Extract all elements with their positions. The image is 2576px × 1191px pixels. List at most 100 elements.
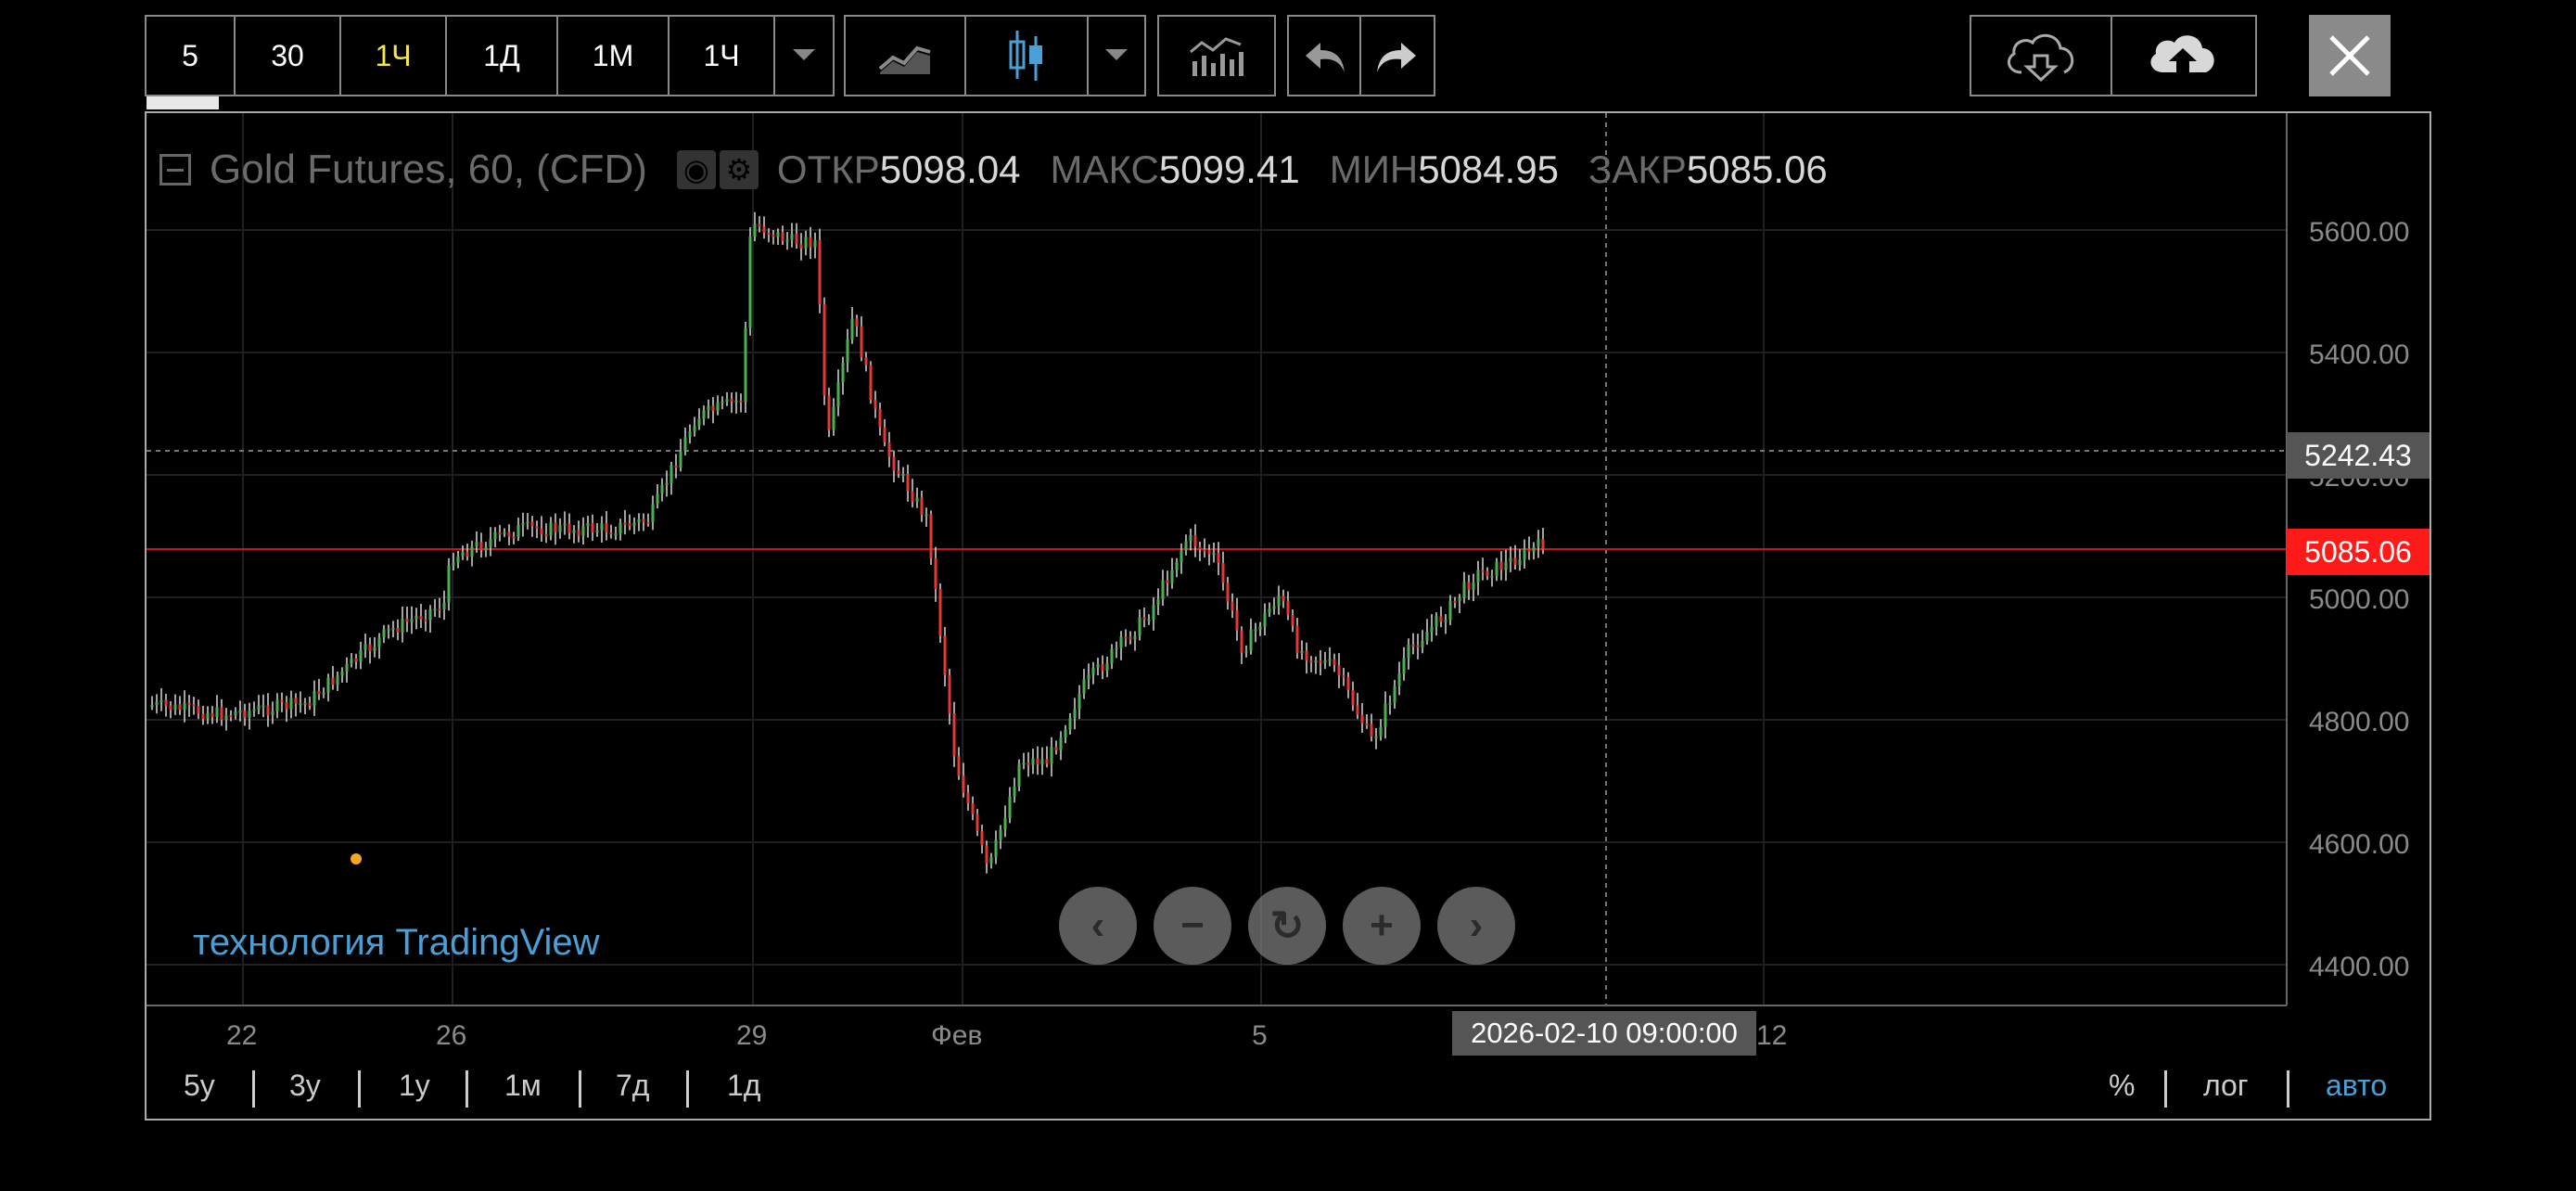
candle-body — [1036, 758, 1039, 765]
candle-body — [966, 792, 970, 804]
candle-body — [229, 715, 233, 718]
candle-body — [535, 526, 539, 529]
candle-body — [387, 628, 390, 631]
candle-body — [1495, 561, 1498, 576]
candle-body — [1504, 561, 1508, 570]
candle-body — [1003, 817, 1007, 830]
candle-body — [762, 226, 766, 234]
reset-button[interactable]: ↻ — [1248, 887, 1326, 965]
candle-body — [758, 224, 761, 227]
candle-body — [1356, 705, 1359, 715]
candle-body — [1393, 685, 1396, 703]
candle-body — [206, 712, 210, 720]
candle-body — [920, 497, 924, 515]
candle-body — [336, 675, 339, 685]
candle-body — [405, 618, 409, 622]
candle-body — [1110, 648, 1114, 664]
range-5y[interactable]: 5y — [184, 1069, 215, 1103]
candle-body — [1305, 650, 1308, 661]
candle-body — [345, 663, 349, 672]
crosshair-price-tag: 5242.43 — [2287, 432, 2429, 479]
candle-body — [1031, 758, 1035, 765]
candle-body — [1226, 583, 1230, 602]
candle-body — [215, 707, 219, 717]
candle-body — [489, 539, 492, 547]
candle-body — [261, 705, 265, 708]
candle-body — [294, 698, 298, 704]
candle-body — [1532, 546, 1536, 553]
candle-body — [248, 711, 251, 719]
candle-body — [693, 426, 696, 432]
candle-body — [1342, 675, 1345, 678]
eye-icon[interactable]: ◉ — [676, 150, 716, 189]
range-1d[interactable]: 1д — [727, 1069, 760, 1103]
candle-body — [1142, 617, 1146, 620]
gear-icon[interactable]: ⚙ — [719, 150, 759, 189]
close-value: 5085.06 — [1686, 147, 1828, 191]
candle-body — [1249, 629, 1253, 651]
candle-body — [1337, 665, 1341, 676]
candle-body — [1096, 664, 1100, 668]
candle-body — [1119, 636, 1123, 648]
candle-body — [1421, 640, 1424, 647]
candle-body — [744, 327, 747, 403]
zoom-out-button[interactable]: − — [1154, 887, 1231, 965]
brand-link[interactable]: технология TradingView — [193, 922, 600, 964]
candle-body — [1078, 693, 1081, 710]
candle-body — [1388, 702, 1392, 705]
legend-collapse-button[interactable] — [159, 154, 191, 186]
log-scale-toggle[interactable]: лог — [2203, 1069, 2249, 1103]
candle-body — [447, 565, 451, 603]
scroll-right-button[interactable]: › — [1437, 887, 1515, 965]
candle-body — [697, 418, 701, 427]
percent-scale-toggle[interactable]: % — [2109, 1069, 2135, 1103]
candle-body — [419, 616, 423, 620]
candle-body — [739, 400, 743, 403]
candle-body — [572, 530, 576, 533]
candle-body — [1087, 674, 1090, 680]
candle-body — [516, 524, 520, 537]
range-separator — [358, 1070, 361, 1108]
range-7d[interactable]: 7д — [616, 1069, 649, 1103]
candle-body — [841, 362, 845, 383]
candle-body — [813, 239, 817, 248]
range-3y[interactable]: 3y — [289, 1069, 321, 1103]
candle-body — [772, 234, 775, 237]
zoom-in-button[interactable]: + — [1343, 887, 1421, 965]
low-value: 5084.95 — [1418, 147, 1560, 191]
plus-icon: + — [1370, 903, 1394, 948]
candle-body — [618, 522, 622, 534]
range-1y[interactable]: 1y — [399, 1069, 430, 1103]
candle-body — [271, 711, 274, 715]
candle-body — [976, 813, 979, 831]
candle-body — [1059, 737, 1063, 750]
candle-body — [952, 712, 956, 757]
candle-body — [452, 562, 455, 566]
candle-body — [683, 437, 687, 452]
candle-body — [465, 552, 469, 557]
candle-body — [507, 531, 511, 537]
candle-body — [883, 427, 886, 442]
candle-body — [1235, 610, 1239, 631]
auto-scale-toggle[interactable]: авто — [2326, 1069, 2387, 1103]
candle-body — [1416, 645, 1420, 647]
candle-body — [428, 609, 432, 621]
candle-body — [929, 514, 933, 558]
candle-body — [1221, 562, 1225, 583]
candle-body — [748, 237, 752, 328]
time-tick: 22 — [226, 1020, 258, 1051]
candle-body — [257, 705, 261, 710]
candle-body — [299, 703, 302, 706]
candle-body — [1272, 606, 1276, 609]
candle-body — [554, 522, 557, 532]
candle-body — [155, 701, 159, 706]
candle-body — [456, 556, 460, 563]
candle-body — [832, 406, 835, 430]
candle-body — [1105, 663, 1109, 672]
scroll-left-button[interactable]: ‹ — [1059, 887, 1137, 965]
range-1m[interactable]: 1м — [504, 1069, 542, 1103]
candle-body — [670, 465, 673, 483]
candle-body — [656, 493, 659, 505]
candle-body — [809, 237, 812, 248]
candle-body — [359, 649, 363, 662]
